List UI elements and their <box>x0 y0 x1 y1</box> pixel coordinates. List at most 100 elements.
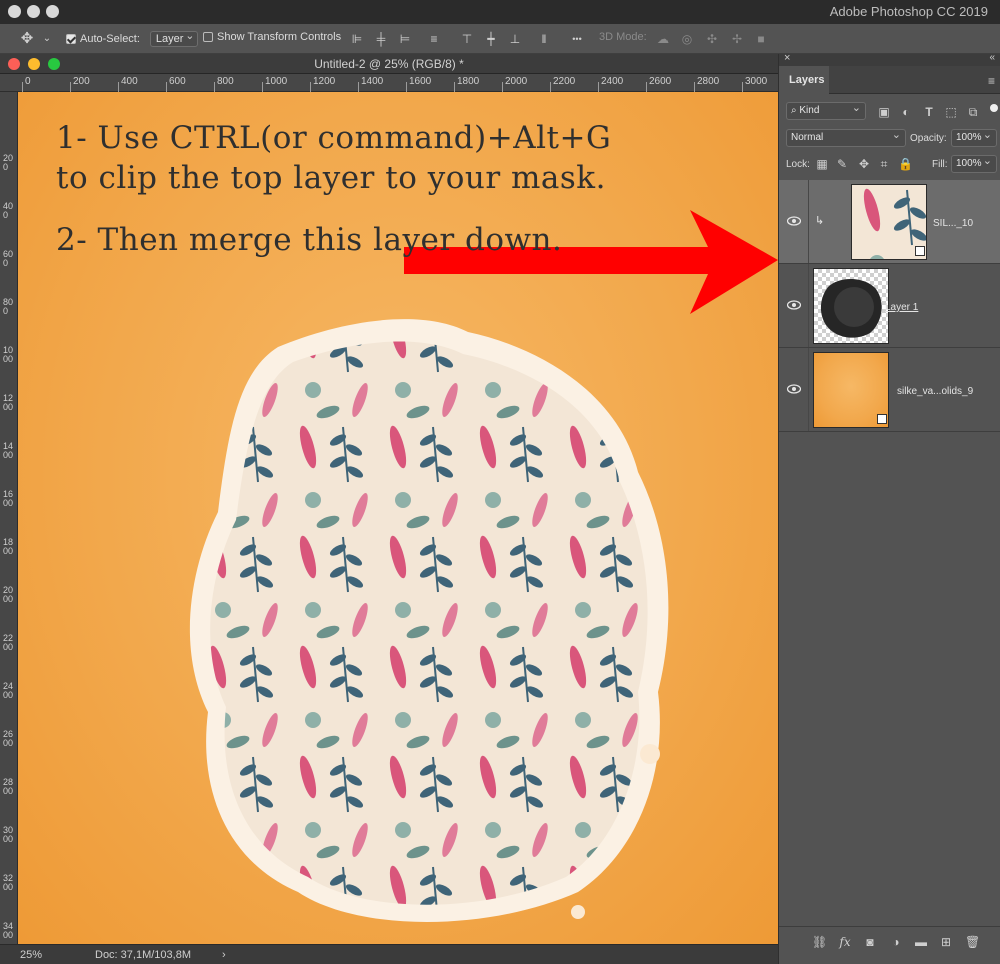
ruler-label: 0 <box>25 76 31 87</box>
eye-icon[interactable] <box>787 300 801 310</box>
ruler-label: 2800 <box>697 76 720 87</box>
lock-position-icon[interactable]: ✥ <box>857 157 871 171</box>
add-mask-icon[interactable]: ◙ <box>863 935 877 949</box>
filter-smart-object-icon[interactable]: ⧉ <box>966 105 980 119</box>
lock-artboard-icon[interactable]: ⌗ <box>877 157 891 171</box>
adjustment-layer-icon[interactable]: ◑ <box>889 935 903 949</box>
align-left-icon[interactable]: ⊫ <box>350 32 364 46</box>
minimize-window-button[interactable] <box>27 5 40 18</box>
auto-select-label: Auto-Select: <box>80 33 140 45</box>
close-window-button[interactable] <box>8 5 21 18</box>
show-transform-option[interactable]: Show Transform Controls <box>203 31 341 43</box>
align-center-icon[interactable]: ╪ <box>374 32 388 46</box>
move-tool-icon[interactable]: ✥ <box>20 31 34 46</box>
3d-camera-icon[interactable]: ■ <box>754 32 768 46</box>
ruler-tick <box>454 82 455 92</box>
ruler-label: 1200 <box>3 393 14 412</box>
ruler-label: 2200 <box>553 76 576 87</box>
ruler-label: 2600 <box>649 76 672 87</box>
tab-layers[interactable]: Layers <box>779 66 829 94</box>
layer-row[interactable]: ↳ SIL..._10 <box>779 180 1000 264</box>
3d-roll-icon[interactable]: ◎ <box>680 32 694 46</box>
panel-header-strip: × « <box>779 52 1000 66</box>
chevron-down-icon[interactable]: ⌄ <box>40 32 54 46</box>
align-bottom-icon[interactable]: ⊥ <box>508 32 522 46</box>
ruler-label: 1000 <box>265 76 288 87</box>
zoom-level[interactable]: 25% <box>20 949 42 961</box>
eye-icon[interactable] <box>787 216 801 226</box>
panel-menu-icon[interactable]: ≡ <box>988 74 995 88</box>
ruler-label: 1400 <box>361 76 384 87</box>
link-layers-icon[interactable]: ⛓ <box>812 935 827 949</box>
instruction-line-3: 2- Then merge this layer down. <box>56 222 563 258</box>
status-menu-arrow[interactable]: › <box>222 949 226 961</box>
zoom-window-button[interactable] <box>46 5 59 18</box>
layer-row[interactable]: silke_va...olids_9 <box>779 348 1000 432</box>
collapse-panel-icon[interactable]: « <box>989 52 995 63</box>
blend-row: Normal Opacity: 100% <box>779 128 1000 150</box>
layer-name[interactable]: silke_va...olids_9 <box>897 386 973 397</box>
ruler-label: 2800 <box>3 777 14 796</box>
canvas-artwork <box>189 210 778 923</box>
distribute-vertical-icon[interactable]: ‖ <box>537 32 551 46</box>
filter-toggle-icon[interactable] <box>990 104 998 112</box>
auto-select-checkbox[interactable] <box>66 34 76 44</box>
app-title-bar: Adobe Photoshop CC 2019 <box>0 0 1000 24</box>
3d-mode-text: 3D Mode: <box>599 31 647 43</box>
filter-kind-dropdown[interactable]: ⌕ Kind <box>786 101 866 120</box>
lock-all-icon[interactable]: 🔒 <box>898 157 913 171</box>
3d-orbit-icon[interactable]: ☁ <box>656 32 670 46</box>
document-title: Untitled-2 @ 25% (RGB/8) * <box>314 57 464 71</box>
lock-transparency-icon[interactable]: ▦ <box>815 157 829 171</box>
blend-mode-dropdown[interactable]: Normal <box>786 128 906 147</box>
opacity-field[interactable]: 100% <box>951 128 997 147</box>
vertical-ruler[interactable]: 200 400 600 800 1000 1200 1400 1600 1800 2000 2200… <box>0 92 18 944</box>
canvas[interactable]: 1- Use CTRL(or command)+Alt+G to clip th… <box>18 92 778 944</box>
ruler-tick <box>70 82 71 92</box>
eye-icon[interactable] <box>787 384 801 394</box>
ruler-label: 2600 <box>3 729 14 748</box>
fill-field[interactable]: 100% <box>951 154 997 173</box>
layer-row[interactable]: Layer 1 <box>779 264 1000 348</box>
filter-type-icon[interactable]: T <box>922 105 936 119</box>
3d-slide-icon[interactable]: ✢ <box>730 32 744 46</box>
lock-paint-icon[interactable]: ✎ <box>835 157 849 171</box>
align-top-icon[interactable]: ⊤ <box>460 32 474 46</box>
ruler-label: 1200 <box>313 76 336 87</box>
filter-kind-label: Kind <box>799 105 820 116</box>
filter-shape-icon[interactable]: ⬚ <box>944 105 958 119</box>
close-panel-icon[interactable]: × <box>784 52 790 64</box>
ruler-label: 1000 <box>3 345 14 364</box>
show-transform-checkbox[interactable] <box>203 32 213 42</box>
3d-mode-label: 3D Mode: <box>599 31 647 43</box>
new-layer-icon[interactable]: ⊞ <box>939 935 953 949</box>
fill-label: Fill: <box>932 159 948 170</box>
ruler-tick <box>310 82 311 92</box>
ruler-label: 1600 <box>3 489 14 508</box>
opacity-label: Opacity: <box>910 133 947 144</box>
filter-adjustment-icon[interactable]: ◐ <box>899 105 913 119</box>
ruler-tick <box>646 82 647 92</box>
align-middle-icon[interactable]: ┿ <box>484 32 498 46</box>
ruler-label: 400 <box>121 76 138 87</box>
smart-object-icon <box>915 246 925 256</box>
horizontal-ruler[interactable]: 0 200 400 600 800 1000 1200 1400 1600 1800 2000 220… <box>0 74 778 92</box>
new-group-icon[interactable]: ▬ <box>914 935 928 949</box>
ruler-tick <box>550 82 551 92</box>
3d-pan-icon[interactable]: ✣ <box>705 32 719 46</box>
more-options-icon[interactable]: ••• <box>570 32 584 46</box>
fx-icon[interactable]: fx <box>838 935 852 949</box>
app-title: Adobe Photoshop CC 2019 <box>829 4 988 19</box>
ruler-label: 400 <box>3 201 14 220</box>
layer-name[interactable]: Layer 1 <box>885 302 918 313</box>
ruler-tick <box>502 82 503 92</box>
filter-pixel-icon[interactable]: ▣ <box>877 105 891 119</box>
ruler-tick <box>598 82 599 92</box>
layer-name[interactable]: SIL..._10 <box>933 218 973 229</box>
distribute-icon[interactable]: ≡ <box>427 32 441 46</box>
align-right-icon[interactable]: ⊨ <box>398 32 412 46</box>
trash-icon[interactable]: 🗑 <box>965 935 980 949</box>
status-bar: 25% Doc: 37,1M/103,8M › <box>0 944 778 964</box>
auto-select-option[interactable]: Auto-Select: Layer <box>66 29 199 47</box>
auto-select-dropdown[interactable]: Layer <box>149 29 199 47</box>
